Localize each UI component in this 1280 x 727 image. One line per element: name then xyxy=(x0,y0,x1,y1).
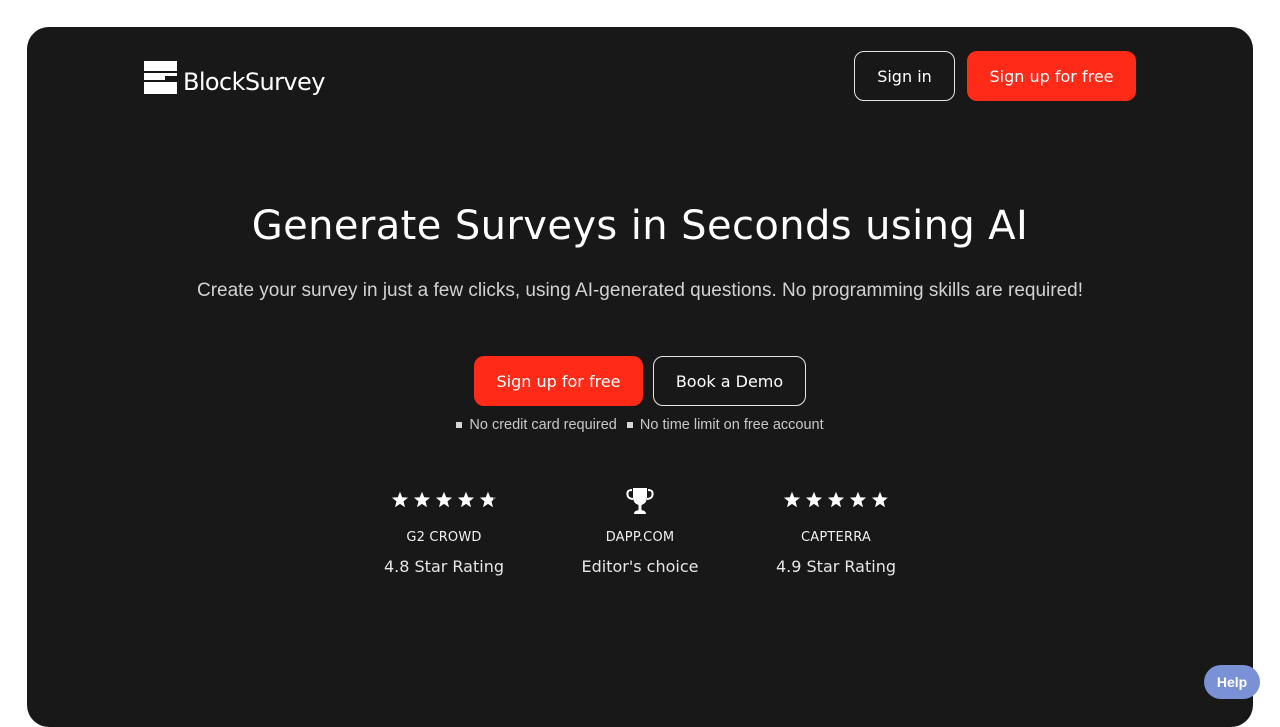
nav-sign-up-button[interactable]: Sign up for free xyxy=(967,51,1136,101)
rating-source: CAPTERRA xyxy=(801,530,871,545)
perk-text: No time limit on free account xyxy=(639,417,824,433)
star-icon xyxy=(479,491,497,508)
trophy-container xyxy=(540,484,740,516)
blocksurvey-logo-icon xyxy=(144,60,177,94)
rating-label: 4.8 Star Rating xyxy=(383,557,504,576)
rating-g2: G2 CROWD 4.8 Star Rating xyxy=(344,484,544,576)
bullet-icon xyxy=(456,422,463,428)
book-demo-button[interactable]: Book a Demo xyxy=(653,356,806,406)
star-icon xyxy=(805,491,823,508)
rating-label: Editor's choice xyxy=(581,557,699,576)
star-icon xyxy=(783,491,801,508)
sign-in-button[interactable]: Sign in xyxy=(854,51,955,101)
perk-item: No credit card required xyxy=(456,417,617,433)
rating-source: DAPP.COM xyxy=(605,530,675,545)
rating-label: 4.9 Star Rating xyxy=(775,557,896,576)
help-button[interactable]: Help xyxy=(1204,665,1260,699)
star-icon xyxy=(413,491,431,508)
rating-source: G2 CROWD xyxy=(406,530,482,545)
star-icon xyxy=(849,491,867,508)
page-title: Generate Surveys in Seconds using AI xyxy=(251,203,1029,249)
hero-sign-up-button[interactable]: Sign up for free xyxy=(474,356,643,406)
trophy-icon xyxy=(626,488,654,514)
star-icon xyxy=(871,491,889,508)
five-star-icon xyxy=(344,484,544,516)
star-icon xyxy=(827,491,845,508)
brand-name: BlockSurvey xyxy=(183,68,325,96)
rating-capterra: CAPTERRA 4.9 Star Rating xyxy=(736,484,936,576)
brand-logo[interactable]: BlockSurvey xyxy=(144,58,325,96)
hero-subtitle: Create your survey in just a few clicks,… xyxy=(196,280,1083,301)
star-icon xyxy=(435,491,453,508)
rating-dapp: DAPP.COM Editor's choice xyxy=(540,484,740,576)
five-star-icon xyxy=(736,484,936,516)
star-icon xyxy=(391,491,409,508)
perks-list: No credit card required No time limit on… xyxy=(0,417,1280,433)
perk-text: No credit card required xyxy=(469,417,617,433)
star-icon xyxy=(457,491,475,508)
bullet-icon xyxy=(626,422,633,428)
perk-item: No time limit on free account xyxy=(626,417,824,433)
